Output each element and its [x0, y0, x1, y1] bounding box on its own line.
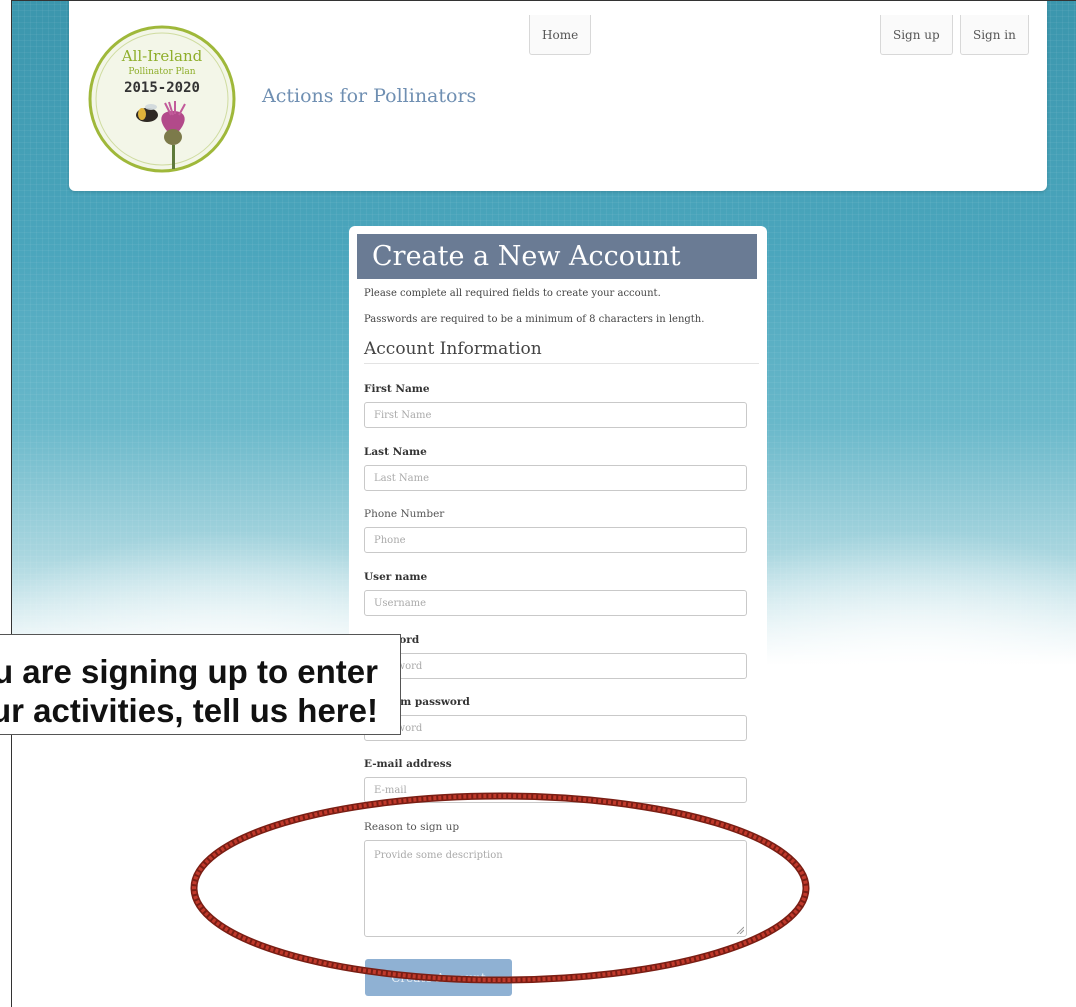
callout-line-2: your activities, tell us here!	[0, 692, 378, 729]
pollinator-plan-logo[interactable]: All-Ireland Pollinator Plan 2015-2020	[87, 19, 237, 179]
username-label: User name	[364, 571, 428, 583]
site-header: All-Ireland Pollinator Plan 2015-2020 Ac…	[69, 1, 1047, 191]
phone-input[interactable]: Phone	[364, 527, 747, 553]
last-name-label: Last Name	[364, 446, 427, 458]
first-name-input[interactable]: First Name	[364, 402, 747, 428]
password-input[interactable]: Password	[364, 653, 747, 679]
callout-line-1: If you are signing up to enter	[0, 653, 378, 690]
svg-text:Pollinator Plan: Pollinator Plan	[128, 67, 195, 77]
svg-text:All-Ireland: All-Ireland	[121, 47, 203, 65]
create-account-card: Create a New Account Please complete all…	[349, 226, 767, 1007]
reason-placeholder: Provide some description	[374, 850, 503, 861]
browser-viewport: All-Ireland Pollinator Plan 2015-2020 Ac…	[11, 0, 1076, 1007]
reason-textarea[interactable]: Provide some description	[364, 840, 747, 937]
create-account-button[interactable]: Create Account	[365, 959, 512, 996]
password-length-note: Passwords are required to be a minimum o…	[364, 314, 705, 325]
reason-label: Reason to sign up	[364, 821, 460, 833]
email-input[interactable]: E-mail	[364, 777, 747, 803]
svg-text:2015-2020: 2015-2020	[124, 80, 200, 96]
form-title: Create a New Account	[357, 234, 757, 279]
site-brand-link[interactable]: Actions for Pollinators	[262, 85, 476, 107]
account-information-heading: Account Information	[364, 339, 759, 364]
resize-grip-icon[interactable]	[736, 926, 744, 934]
annotation-callout: If you are signing up to enter your acti…	[0, 634, 401, 735]
required-fields-note: Please complete all required fields to c…	[364, 288, 661, 299]
nav-signup-button[interactable]: Sign up	[880, 15, 953, 55]
last-name-input[interactable]: Last Name	[364, 465, 747, 491]
nav-signin-button[interactable]: Sign in	[960, 15, 1029, 55]
phone-number-label: Phone Number	[364, 508, 445, 520]
username-input[interactable]: Username	[364, 590, 747, 616]
nav-home-button[interactable]: Home	[529, 15, 592, 55]
confirm-password-input[interactable]: Password	[364, 715, 747, 741]
email-label: E-mail address	[364, 758, 452, 770]
first-name-label: First Name	[364, 383, 430, 395]
